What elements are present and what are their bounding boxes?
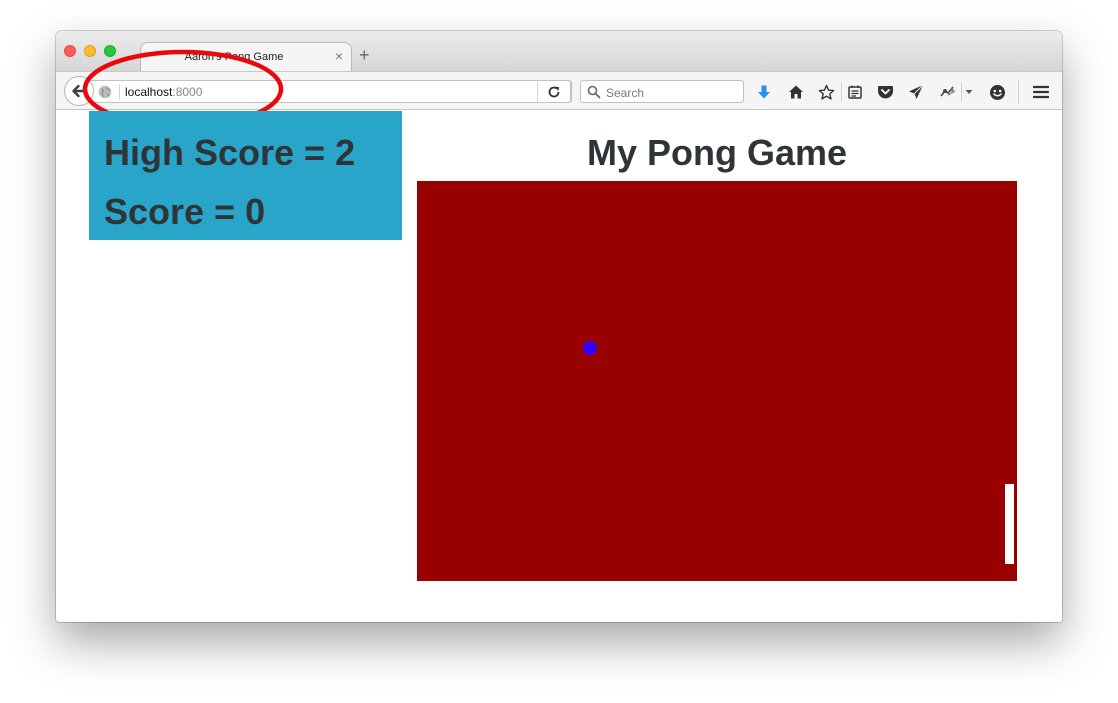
- home-icon: [789, 85, 803, 99]
- game-canvas[interactable]: [417, 181, 1017, 581]
- pocket-button[interactable]: [875, 82, 895, 102]
- search-icon: [587, 85, 601, 99]
- home-button[interactable]: [786, 82, 806, 102]
- new-tab-button[interactable]: +: [359, 46, 370, 64]
- bookmark-button[interactable]: [816, 82, 836, 102]
- game-field: [417, 181, 1017, 581]
- high-score-text: High Score = 2: [104, 132, 356, 173]
- reload-icon: [548, 86, 560, 97]
- url-port: :8000: [172, 85, 203, 99]
- navigation-bar: localhost:8000 Search: [56, 71, 1062, 110]
- reading-list-icon: [848, 85, 862, 99]
- menu-button[interactable]: [1031, 82, 1051, 102]
- extension-button[interactable]: [938, 82, 958, 102]
- toolbar-separator: [841, 83, 842, 101]
- download-button[interactable]: [754, 82, 774, 102]
- search-bar[interactable]: Search: [580, 80, 744, 103]
- url-text[interactable]: localhost:8000: [125, 85, 202, 99]
- tab-close-icon[interactable]: ×: [335, 48, 343, 64]
- extension-icon: [940, 86, 956, 97]
- url-host: localhost: [125, 85, 173, 99]
- window-close-button[interactable]: [64, 45, 76, 57]
- emoji-button[interactable]: [987, 82, 1007, 102]
- page-title: My Pong Game: [586, 132, 848, 173]
- globe-icon: [98, 85, 112, 99]
- pocket-icon: [877, 86, 893, 99]
- download-icon: [758, 85, 770, 99]
- window-minimize-button[interactable]: [84, 45, 96, 57]
- pong-ball: [583, 341, 597, 355]
- page-content: High Score = 2 Score = 0 My Pong Game: [56, 111, 1062, 622]
- window-maximize-button[interactable]: [104, 45, 116, 57]
- send-button[interactable]: [906, 82, 926, 102]
- menu-icon: [1033, 85, 1049, 99]
- dropdown-icon: [965, 90, 973, 94]
- reload-button[interactable]: [537, 80, 571, 103]
- tab-pong-game[interactable]: Aaron's Pong Game ×: [140, 42, 352, 72]
- tab-strip: Aaron's Pong Game × +: [56, 31, 1062, 72]
- url-bar[interactable]: localhost:8000: [90, 80, 572, 103]
- url-separator: [119, 84, 120, 100]
- toolbar-separator: [1018, 80, 1019, 104]
- game-board[interactable]: [417, 181, 1017, 581]
- browser-window: Aaron's Pong Game × + localhost:8000 Sea…: [56, 31, 1062, 622]
- send-icon: [909, 84, 924, 99]
- bookmark-star-icon: [818, 84, 834, 100]
- extension-dropdown-button[interactable]: [962, 82, 976, 102]
- pong-paddle[interactable]: [1005, 484, 1014, 564]
- back-arrow-icon: [72, 84, 87, 98]
- smiley-icon: [989, 84, 1005, 100]
- score-text: Score = 0: [104, 191, 266, 232]
- tab-title: Aaron's Pong Game: [184, 51, 284, 63]
- score-panel: High Score = 2 Score = 0: [89, 111, 402, 240]
- reading-list-button[interactable]: [845, 82, 865, 102]
- search-placeholder: Search: [606, 86, 645, 100]
- back-button[interactable]: [64, 76, 94, 106]
